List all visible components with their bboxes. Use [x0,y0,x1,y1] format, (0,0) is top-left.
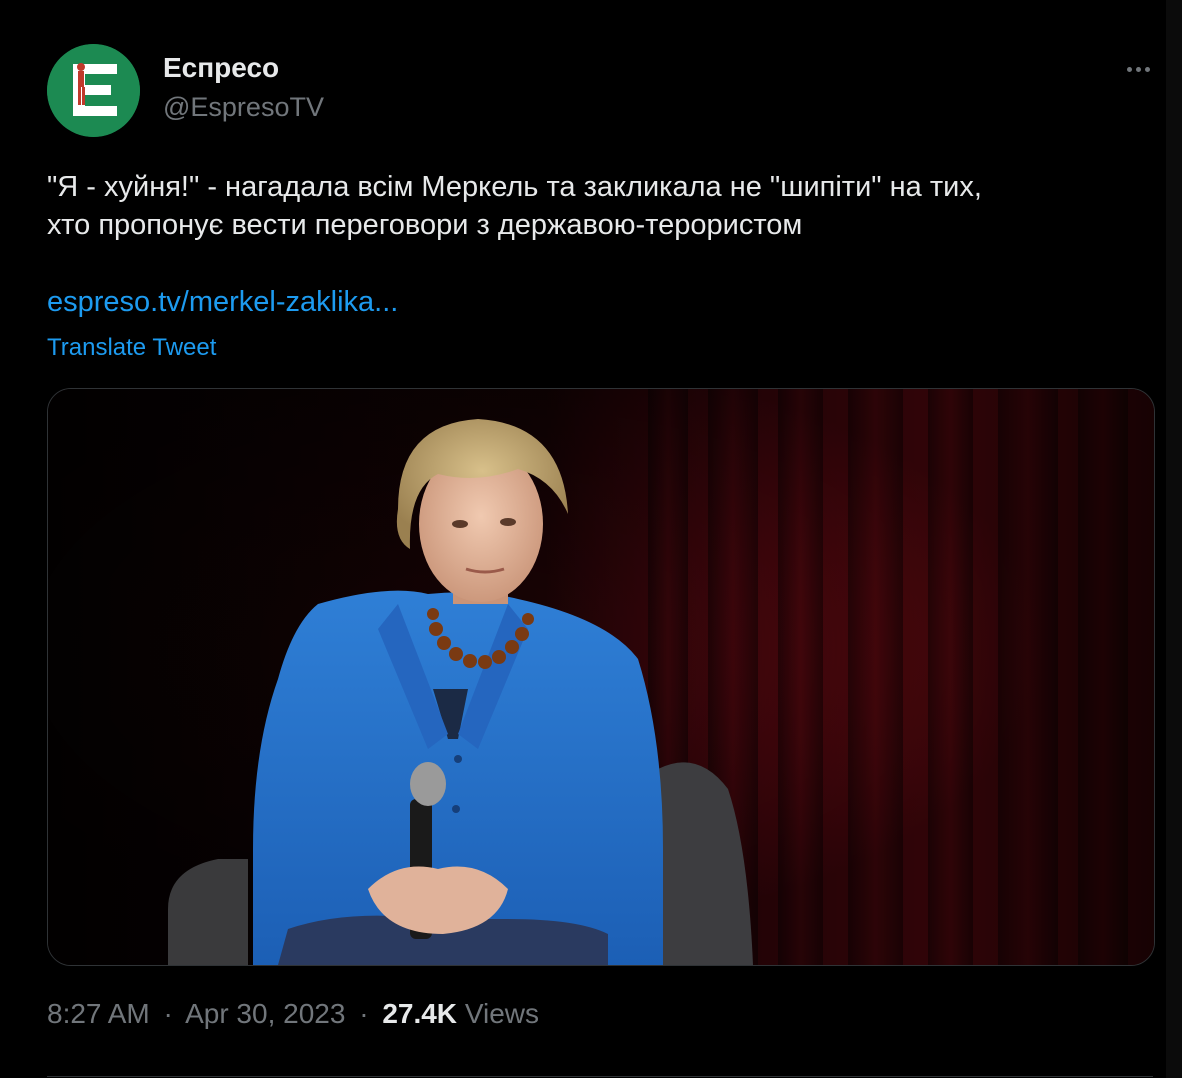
account-handle[interactable]: @EspresoTV [163,92,324,123]
display-name[interactable]: Еспресо [163,52,279,84]
separator: · [163,998,173,1029]
tweet-meta: 8:27 AM · Apr 30, 2023 · 27.4K Views [47,998,539,1030]
divider [47,1076,1153,1077]
more-dots-icon[interactable] [1118,52,1158,86]
views-label: Views [464,998,539,1029]
separator: · [359,998,369,1029]
tweet-photo[interactable] [47,388,1155,966]
scrollbar-track[interactable] [1166,0,1182,1078]
photo-icon [48,389,1154,965]
views-count[interactable]: 27.4K [382,998,457,1029]
tweet-time[interactable]: 8:27 AM [47,998,150,1029]
article-link[interactable]: espreso.tv/merkel-zaklika... [47,286,398,319]
tweet-date[interactable]: Apr 30, 2023 [185,998,345,1029]
espreso-logo-icon[interactable] [47,44,140,137]
tweet-text: "Я - хуйня!" - нагадала всім Меркель та … [47,171,982,241]
tweet-card: Еспресо @EspresoTV "Я - хуйня!" - нагада… [0,0,1182,1078]
translate-tweet-button[interactable]: Translate Tweet [47,334,216,362]
